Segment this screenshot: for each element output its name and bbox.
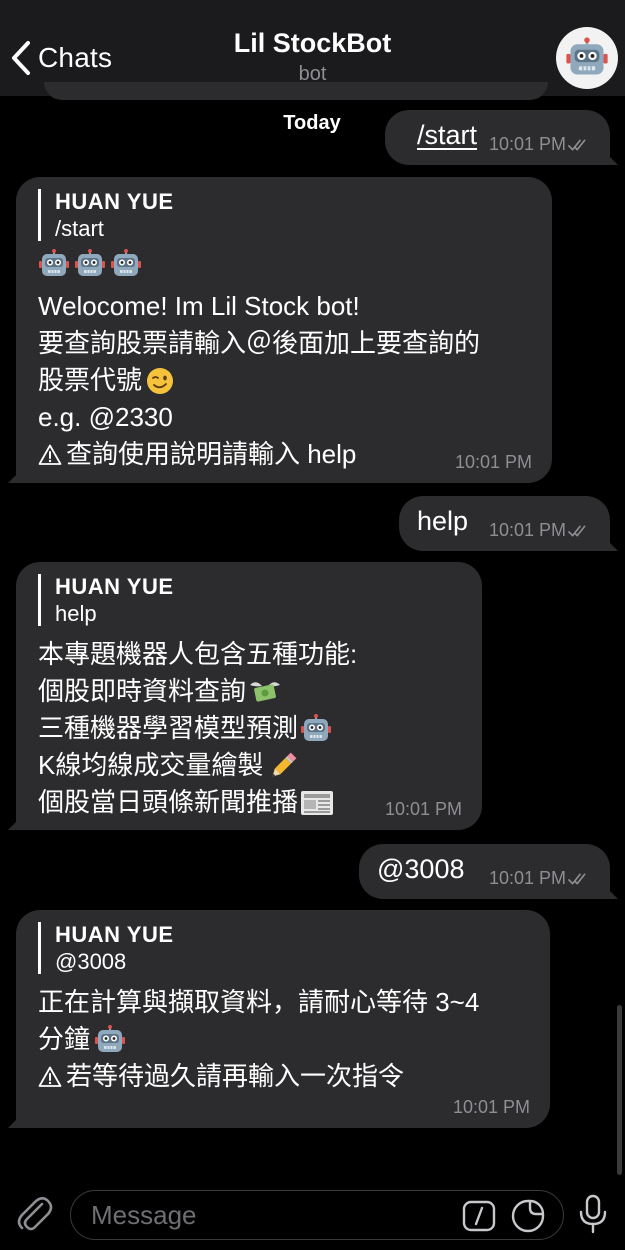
reply-author: HUAN YUE [55,574,174,599]
message-line-text: 個股當日頭條新聞推播 [38,787,299,817]
message-time: 10:01 PM [488,134,566,154]
message-line-text: 三種機器學習模型預測 [38,713,299,743]
message-text: @3008 [377,854,465,884]
message-line-text: 查詢使用說明請輸入 help [66,439,357,469]
reply-author: HUAN YUE [55,922,174,947]
message-line: 本專題機器人包含五種功能: [38,639,358,669]
robot-emoji [94,1024,126,1056]
message-line-text: 分鐘 [38,1024,91,1054]
message-time: 10:01 PM [454,452,532,472]
pencil-emoji [272,752,297,777]
message-time: 10:01 PM [384,799,462,819]
robot-emoji [300,713,332,745]
message-line: 分鐘 [38,1021,479,1058]
robot-emoji-line [38,245,480,282]
message-meta: 10:01 PM [489,134,592,155]
chat-title-block[interactable]: Lil StockBot bot [0,28,625,86]
message-line: 個股即時資料查詢 [38,673,357,710]
newspaper-emoji [301,790,334,815]
robot-emoji [74,248,106,280]
reply-quote[interactable]: HUAN YUE @3008 [38,922,174,974]
message-line: e.g. @2330 [38,402,173,432]
message-body: Welocome! Im Lil Stock bot! 要查詢股票請輸入＠後面加… [38,251,480,473]
message-line: 要查詢股票請輸入＠後面加上要查詢的 [38,328,481,358]
message-line: 三種機器學習模型預測 [38,710,357,747]
wink-emoji [147,367,174,394]
reply-author: HUAN YUE [55,189,174,214]
double-check-icon [568,524,592,538]
chat-scrollbar[interactable] [617,1005,622,1175]
sticker-icon[interactable] [510,1198,546,1239]
date-separator: Today [283,112,341,134]
reply-quote[interactable]: HUAN YUE help [38,574,174,626]
message-time: 10:01 PM [452,1097,530,1117]
paperclip-icon[interactable] [14,1192,54,1241]
outgoing-message[interactable]: @3008 10:01 PM [359,844,618,899]
message-body: 正在計算與擷取資料，請耐心等待 3~4 分鐘 若等待過久請再輸入一次指令 [38,984,479,1095]
message-line: 正在計算與擷取資料，請耐心等待 3~4 [38,987,480,1017]
message-time: 10:01 PM [488,868,566,888]
message-line-text: 若等待過久請再輸入一次指令 [66,1061,405,1091]
warning-icon [38,443,62,467]
message-line-text: 個股即時資料查詢 [38,676,247,706]
message-line: 個股當日頭條新聞推播 [38,784,357,821]
double-check-icon [568,872,592,886]
previous-message-edge [44,82,548,100]
message-line-text: K線均線成交量繪製 [38,750,264,780]
message-meta: 10:01 PM [489,520,592,541]
reply-quote[interactable]: HUAN YUE /start [38,189,174,241]
reply-text: /start [55,216,104,241]
robot-emoji [110,248,142,280]
message-line: 股票代號 [38,362,480,399]
incoming-message[interactable]: HUAN YUE /start Welocome! Im Lil Stock b… [8,177,552,483]
robot-icon [565,36,609,80]
warning-icon [38,1065,62,1089]
reply-text: help [55,601,97,626]
slash-command-icon[interactable] [462,1200,496,1237]
incoming-message[interactable]: HUAN YUE @3008 正在計算與擷取資料，請耐心等待 3~4 分鐘 若等… [8,910,550,1128]
message-line: K線均線成交量繪製 [38,747,357,784]
microphone-icon[interactable] [578,1194,608,1241]
outgoing-message[interactable]: /start 10:01 PM [385,110,618,165]
message-line: 查詢使用說明請輸入 help [38,436,480,473]
command-link[interactable]: /start [417,120,477,151]
message-time: 10:01 PM [488,520,566,540]
chat-title: Lil StockBot [233,28,392,58]
double-check-icon [568,138,592,152]
message-line-text: 股票代號 [38,365,143,395]
outgoing-message[interactable]: help 10:01 PM [399,496,618,551]
incoming-message[interactable]: HUAN YUE help 本專題機器人包含五種功能: 個股即時資料查詢 三種機… [8,562,482,830]
avatar[interactable] [556,27,618,89]
message-body: 本專題機器人包含五種功能: 個股即時資料查詢 三種機器學習模型預測 K線均線成交… [38,636,357,821]
message-text: help [417,506,469,536]
message-composer [0,1178,625,1250]
reply-text: @3008 [55,949,127,974]
robot-emoji [38,248,70,280]
message-meta: 10:01 PM [489,868,592,889]
message-line: 若等待過久請再輸入一次指令 [38,1058,479,1095]
message-line: Welocome! Im Lil Stock bot! [38,291,360,321]
money-wings-emoji [250,681,281,702]
